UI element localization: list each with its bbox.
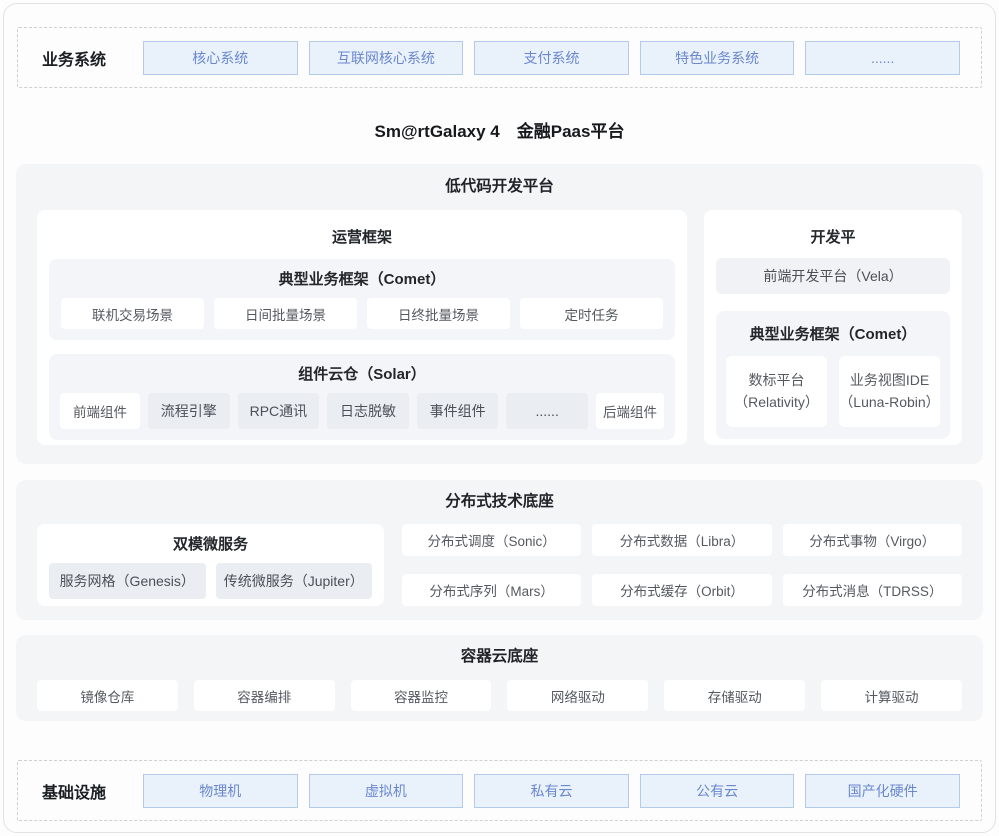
component-event[interactable]: 事件组件 xyxy=(417,393,499,429)
business-systems-label: 业务系统 xyxy=(42,46,143,70)
component-process-engine[interactable]: 流程引擎 xyxy=(148,393,230,429)
dual-microservice-card: 双模微服务 服务网格（Genesis） 传统微服务（Jupiter） xyxy=(37,524,384,606)
distributed-transaction-virgo[interactable]: 分布式事物（Virgo） xyxy=(783,524,962,556)
storage-driver[interactable]: 存储驱动 xyxy=(664,680,805,711)
scene-online-transaction[interactable]: 联机交易场景 xyxy=(61,298,204,329)
traditional-microservice-jupiter[interactable]: 传统微服务（Jupiter） xyxy=(216,563,373,599)
infra-virtual-machine[interactable]: 虚拟机 xyxy=(309,774,464,808)
business-system-more[interactable]: ...... xyxy=(805,41,960,75)
dev-platform-card: 开发平 前端开发平台（Vela） 典型业务框架（Comet） 数标平台 （Rel… xyxy=(704,210,962,445)
operation-framework-title: 运营框架 xyxy=(49,226,675,247)
business-systems-strip: 核心系统 互联网核心系统 支付系统 特色业务系统 ...... xyxy=(143,41,960,75)
distributed-services-grid: 分布式调度（Sonic） 分布式数据（Libra） 分布式事物（Virgo） 分… xyxy=(402,524,962,606)
dev-comet-panel: 典型业务框架（Comet） 数标平台 （Relativity） 业务视图IDE … xyxy=(716,311,950,439)
container-orchestration[interactable]: 容器编排 xyxy=(194,680,335,711)
dev-comet-title: 典型业务框架（Comet） xyxy=(726,323,940,344)
container-base-section: 容器云底座 镜像仓库 容器编排 容器监控 网络驱动 存储驱动 计算驱动 xyxy=(16,635,983,721)
luna-robin-line1: 业务视图IDE xyxy=(850,370,929,392)
solar-component-title: 组件云仓（Solar） xyxy=(60,363,664,384)
solar-component-panel: 组件云仓（Solar） 前端组件 流程引擎 RPC通讯 日志脱敏 事件组件 ..… xyxy=(49,354,675,440)
relativity-platform[interactable]: 数标平台 （Relativity） xyxy=(726,356,827,427)
distributed-sequence-mars[interactable]: 分布式序列（Mars） xyxy=(402,574,581,606)
relativity-line2: （Relativity） xyxy=(734,392,819,414)
business-systems-box: 业务系统 核心系统 互联网核心系统 支付系统 特色业务系统 ...... xyxy=(17,27,982,88)
scene-scheduled-task[interactable]: 定时任务 xyxy=(520,298,663,329)
component-frontend[interactable]: 前端组件 xyxy=(60,393,140,429)
frontend-dev-platform-vela[interactable]: 前端开发平台（Vela） xyxy=(716,258,950,294)
distributed-base-section: 分布式技术底座 双模微服务 服务网格（Genesis） 传统微服务（Jupite… xyxy=(16,480,983,620)
business-system-internet-core[interactable]: 互联网核心系统 xyxy=(309,41,464,75)
distributed-cache-orbit[interactable]: 分布式缓存（Orbit） xyxy=(592,574,771,606)
compute-driver[interactable]: 计算驱动 xyxy=(821,680,962,711)
component-backend[interactable]: 后端组件 xyxy=(596,393,664,429)
comet-framework-title: 典型业务框架（Comet） xyxy=(61,268,663,289)
business-system-payment[interactable]: 支付系统 xyxy=(474,41,629,75)
business-system-core[interactable]: 核心系统 xyxy=(143,41,298,75)
infrastructure-strip: 物理机 虚拟机 私有云 公有云 国产化硬件 xyxy=(143,774,960,808)
scene-daytime-batch[interactable]: 日间批量场景 xyxy=(214,298,357,329)
distributed-data-libra[interactable]: 分布式数据（Libra） xyxy=(592,524,771,556)
relativity-line1: 数标平台 xyxy=(749,370,805,392)
image-registry[interactable]: 镜像仓库 xyxy=(37,680,178,711)
dual-microservice-title: 双模微服务 xyxy=(49,533,372,554)
architecture-diagram-page: 业务系统 核心系统 互联网核心系统 支付系统 特色业务系统 ...... Sm@… xyxy=(0,0,999,836)
scene-endofday-batch[interactable]: 日终批量场景 xyxy=(367,298,510,329)
dev-platform-title: 开发平 xyxy=(716,226,950,247)
business-system-special[interactable]: 特色业务系统 xyxy=(640,41,795,75)
infra-domestic-hardware[interactable]: 国产化硬件 xyxy=(805,774,960,808)
luna-robin-ide[interactable]: 业务视图IDE （Luna-Robin） xyxy=(839,356,940,427)
network-driver[interactable]: 网络驱动 xyxy=(507,680,648,711)
infra-physical-machine[interactable]: 物理机 xyxy=(143,774,298,808)
infra-private-cloud[interactable]: 私有云 xyxy=(474,774,629,808)
low-code-platform-title: 低代码开发平台 xyxy=(37,176,962,198)
infra-public-cloud[interactable]: 公有云 xyxy=(640,774,795,808)
distributed-scheduler-sonic[interactable]: 分布式调度（Sonic） xyxy=(402,524,581,556)
container-base-title: 容器云底座 xyxy=(37,646,962,668)
component-more[interactable]: ...... xyxy=(506,393,588,429)
operation-framework-card: 运营框架 典型业务框架（Comet） 联机交易场景 日间批量场景 日终批量场景 … xyxy=(37,210,687,445)
component-log-masking[interactable]: 日志脱敏 xyxy=(327,393,409,429)
service-mesh-genesis[interactable]: 服务网格（Genesis） xyxy=(49,563,206,599)
distributed-base-title: 分布式技术底座 xyxy=(37,491,962,513)
comet-framework-panel: 典型业务框架（Comet） 联机交易场景 日间批量场景 日终批量场景 定时任务 xyxy=(49,259,675,340)
infrastructure-label: 基础设施 xyxy=(42,779,143,803)
page-title: Sm@rtGalaxy 4 金融Paas平台 xyxy=(0,117,999,140)
distributed-message-tdrss[interactable]: 分布式消息（TDRSS） xyxy=(783,574,962,606)
luna-robin-line2: （Luna-Robin） xyxy=(839,392,939,414)
infrastructure-box: 基础设施 物理机 虚拟机 私有云 公有云 国产化硬件 xyxy=(17,760,982,821)
component-rpc[interactable]: RPC通讯 xyxy=(238,393,320,429)
low-code-platform-section: 低代码开发平台 运营框架 典型业务框架（Comet） 联机交易场景 日间批量场景… xyxy=(16,164,983,464)
container-monitoring[interactable]: 容器监控 xyxy=(351,680,492,711)
